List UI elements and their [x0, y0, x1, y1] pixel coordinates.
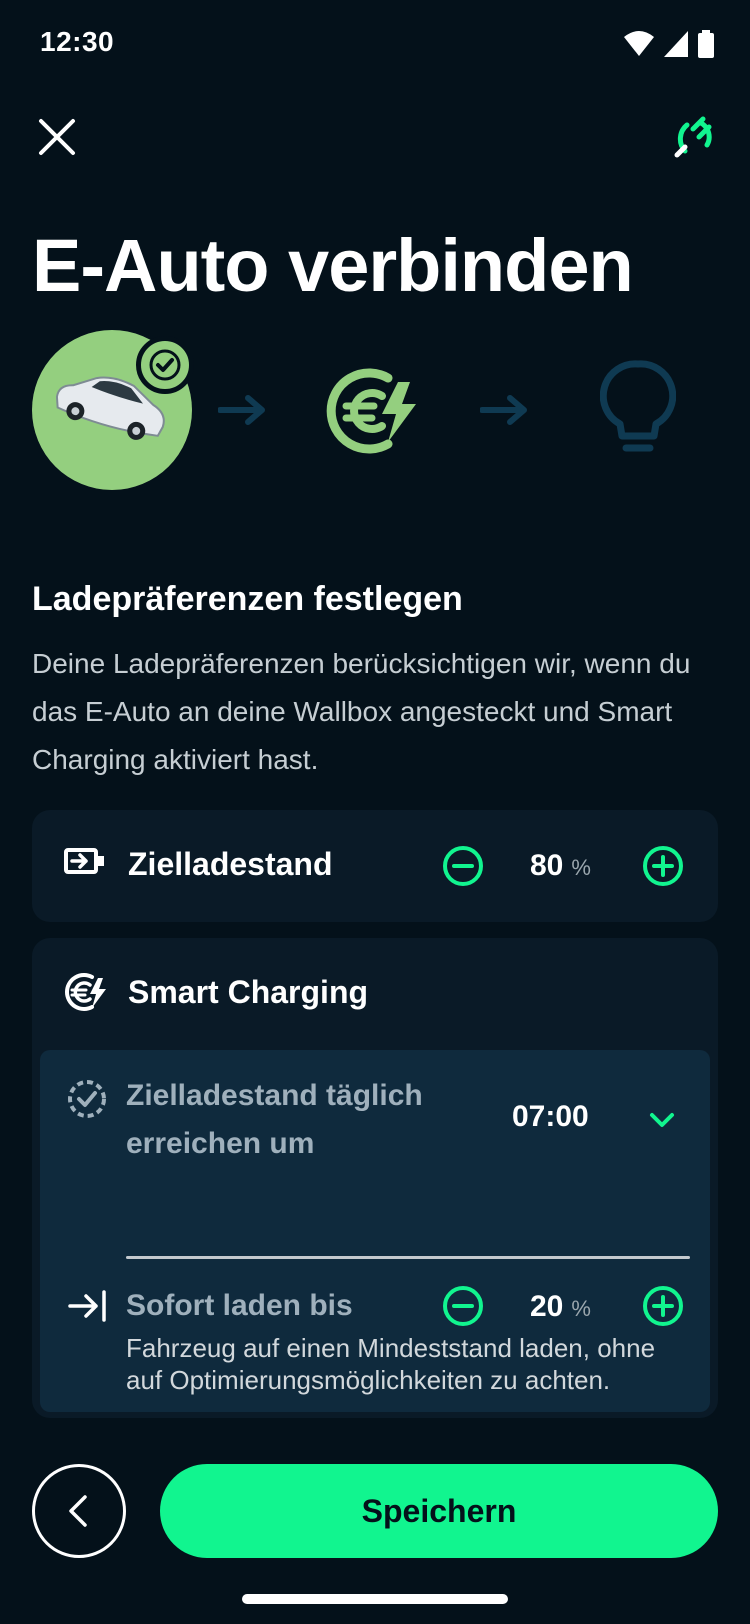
instant-charge-description: Fahrzeug auf einen Mindeststand laden, o…: [126, 1333, 656, 1395]
section-title: Ladepräferenzen festlegen: [32, 580, 463, 618]
status-icons: [624, 30, 714, 58]
target-charge-value: 80%: [530, 849, 591, 883]
divider: [126, 1256, 690, 1259]
checkmark-icon: [149, 349, 181, 381]
back-button[interactable]: [32, 1464, 126, 1558]
increase-instant-charge-button[interactable]: [642, 1285, 684, 1327]
save-button[interactable]: Speichern: [160, 1464, 718, 1558]
lightbulb-icon: [600, 360, 676, 452]
step-completed-badge: [136, 336, 194, 394]
status-bar: 12:30: [0, 0, 750, 90]
decrease-target-charge-button[interactable]: [442, 845, 484, 887]
signal-icon: [664, 31, 688, 57]
battery-icon: [698, 30, 714, 58]
daily-target-label-line2: erreichen um: [126, 1127, 315, 1160]
status-time: 12:30: [40, 26, 115, 57]
instant-charge-label: Sofort laden bis: [126, 1289, 353, 1322]
daily-target-label-line1: Zielladestand täglich: [126, 1079, 423, 1112]
close-icon: [39, 119, 75, 155]
decrease-instant-charge-button[interactable]: [442, 1285, 484, 1327]
step-arrow-icon: [218, 395, 265, 425]
target-charge-unit: %: [571, 855, 591, 880]
smart-charging-card: Smart Charging Zielladestand täglich err…: [32, 938, 718, 1418]
smart-charging-settings: Zielladestand täglich erreichen um 07:00…: [40, 1050, 710, 1412]
section-description: Deine Ladepräferenzen berücksichtigen wi…: [32, 648, 691, 775]
arrow-to-line-icon: [66, 1288, 108, 1324]
clock-check-icon: [66, 1078, 108, 1120]
smart-charging-label: Smart Charging: [128, 974, 369, 1010]
chevron-down-icon[interactable]: [644, 1102, 680, 1138]
euro-bolt-small-icon: [64, 972, 108, 1012]
connection-status-button[interactable]: [668, 112, 718, 162]
page-title: E-Auto verbinden: [32, 224, 634, 307]
progress-steps: [32, 330, 718, 490]
instant-charge-value: 20%: [530, 1290, 591, 1324]
euro-bolt-icon: [326, 368, 416, 454]
plug-icon: [674, 116, 712, 158]
target-charge-number: 80: [530, 849, 564, 882]
daily-target-label: Zielladestand täglich erreichen um: [126, 1072, 423, 1168]
step-arrow-icon: [480, 395, 527, 425]
target-charge-label: Zielladestand: [128, 846, 333, 882]
step-car-completed: [32, 330, 194, 490]
wifi-icon: [624, 31, 654, 56]
target-charge-card: Zielladestand 80%: [32, 810, 718, 922]
close-button[interactable]: [32, 112, 82, 162]
chevron-left-icon: [69, 1495, 87, 1527]
daily-target-time[interactable]: 07:00: [512, 1100, 589, 1134]
instant-charge-number: 20: [530, 1290, 564, 1323]
battery-target-icon: [64, 846, 106, 876]
home-indicator[interactable]: [242, 1594, 508, 1604]
increase-target-charge-button[interactable]: [642, 845, 684, 887]
instant-charge-unit: %: [571, 1296, 591, 1321]
